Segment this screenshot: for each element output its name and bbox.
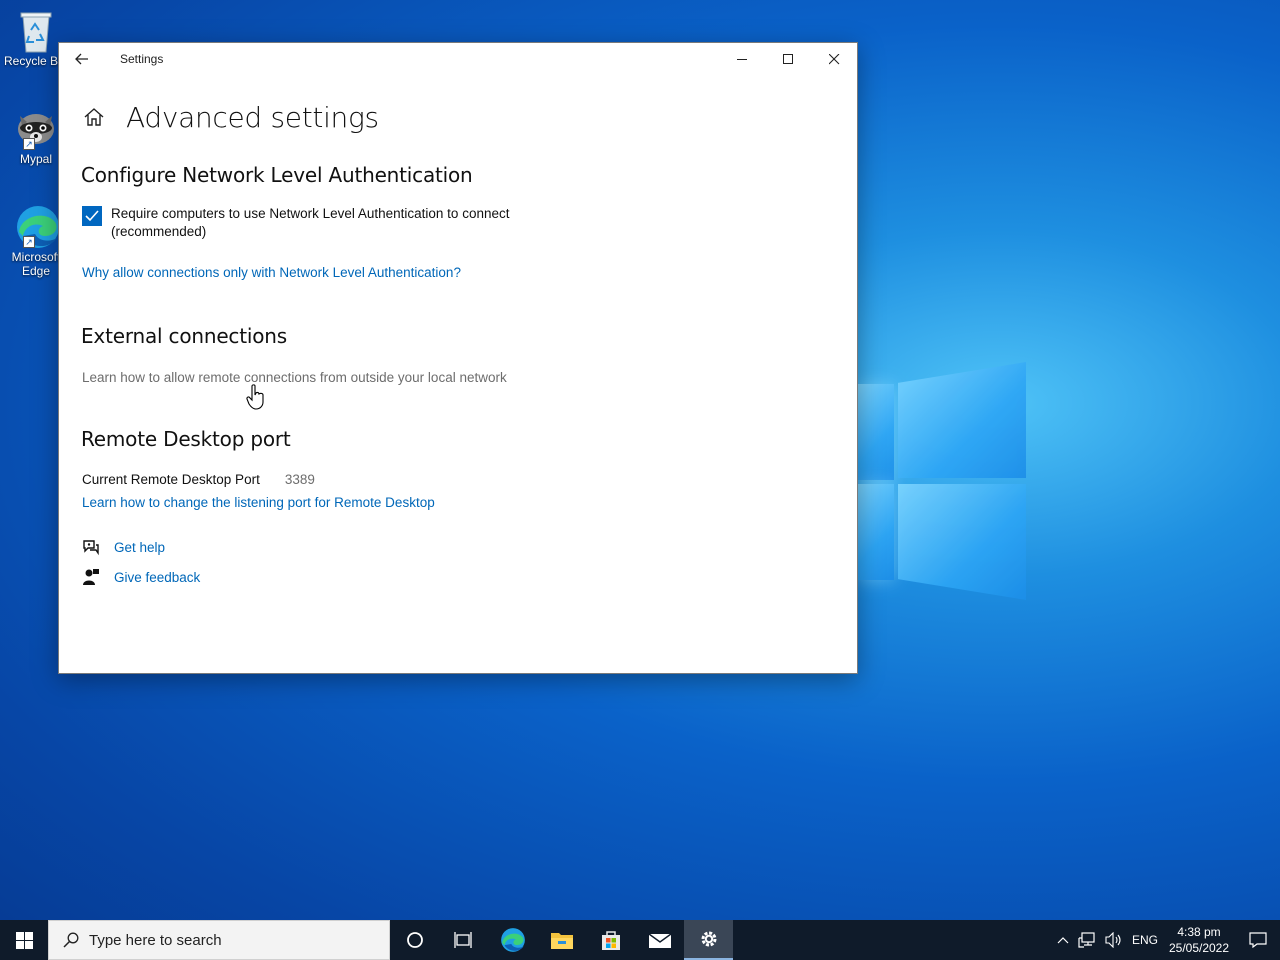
taskbar-mail-button[interactable]	[635, 920, 684, 960]
edge-icon	[500, 928, 525, 952]
file-explorer-icon	[550, 933, 573, 949]
get-help-row[interactable]: Get help	[82, 538, 857, 556]
title-bar: Settings	[59, 43, 857, 75]
clock-time: 4:38 pm	[1177, 925, 1221, 939]
mail-icon	[648, 933, 671, 948]
rdp-port-value: 3389	[284, 472, 315, 487]
nla-info-link[interactable]: Why allow connections only with Network …	[82, 265, 461, 280]
wallpaper-windows-logo	[858, 362, 1030, 602]
nla-checkbox-label[interactable]: Require computers to use Network Level A…	[111, 205, 541, 241]
maximize-icon	[782, 53, 793, 64]
chevron-up-icon	[1057, 937, 1069, 944]
rdp-port-heading: Remote Desktop port	[81, 427, 291, 451]
give-feedback-row[interactable]: Give feedback	[82, 568, 857, 586]
feedback-icon	[83, 569, 99, 585]
close-icon	[828, 53, 839, 64]
maximize-button[interactable]	[765, 43, 811, 75]
volume-button[interactable]	[1100, 920, 1128, 960]
nla-checkbox-row[interactable]: Require computers to use Network Level A…	[81, 205, 857, 241]
clock-date: 25/05/2022	[1168, 941, 1230, 955]
start-button[interactable]	[0, 920, 48, 960]
rdp-port-label: Current Remote Desktop Port	[82, 472, 260, 487]
home-icon[interactable]	[83, 106, 105, 128]
cortana-icon	[406, 932, 423, 948]
desktop-icon-label: Recycle Bin	[4, 54, 58, 68]
close-button[interactable]	[811, 43, 857, 75]
rdp-port-change-link[interactable]: Learn how to change the listening port f…	[82, 495, 435, 510]
task-view-icon	[453, 932, 472, 948]
taskbar-task-view-button[interactable]	[439, 920, 488, 960]
nla-checkbox[interactable]	[82, 206, 102, 226]
checkmark-icon	[85, 210, 99, 222]
recycle-bin-icon	[15, 8, 57, 53]
back-arrow-icon	[75, 53, 88, 65]
search-icon	[63, 932, 79, 948]
settings-icon	[701, 931, 716, 947]
external-connections-text: Learn how to allow remote connections fr…	[82, 370, 507, 385]
settings-window: Settings Advanced settings Configure Net…	[58, 42, 858, 674]
taskbar-file-explorer-button[interactable]	[537, 920, 586, 960]
taskbar-settings-button[interactable]	[684, 920, 733, 960]
taskbar-store-button[interactable]	[586, 920, 635, 960]
minimize-icon	[736, 58, 747, 60]
clock[interactable]: 4:38 pm 25/05/2022	[1162, 920, 1236, 960]
back-button[interactable]	[59, 43, 105, 75]
page-title: Advanced settings	[126, 100, 379, 134]
input-language-button[interactable]: ENG	[1128, 920, 1162, 960]
taskbar-search-box[interactable]	[48, 920, 390, 960]
mypal-raccoon-icon: ↗	[15, 106, 57, 150]
show-hidden-icons-button[interactable]	[1052, 920, 1074, 960]
get-help-link[interactable]: Get help	[114, 540, 165, 555]
windows-start-icon	[15, 931, 33, 949]
action-center-button[interactable]	[1236, 920, 1280, 960]
network-icon	[1078, 932, 1095, 948]
taskbar: ENG 4:38 pm 25/05/2022	[0, 920, 1280, 960]
network-button[interactable]	[1074, 920, 1100, 960]
minimize-button[interactable]	[719, 43, 765, 75]
volume-icon	[1105, 932, 1121, 948]
taskbar-search-input[interactable]	[89, 931, 369, 949]
edge-icon: ↗	[15, 204, 59, 248]
notification-icon	[1249, 932, 1267, 948]
taskbar-edge-button[interactable]	[488, 920, 537, 960]
taskbar-cortana-button[interactable]	[390, 920, 439, 960]
get-help-icon	[83, 540, 99, 556]
nla-heading: Configure Network Level Authentication	[81, 163, 473, 187]
hand-cursor-icon	[246, 384, 264, 410]
external-connections-heading: External connections	[81, 324, 287, 348]
window-title: Settings	[120, 52, 164, 66]
microsoft-store-icon	[601, 931, 620, 950]
give-feedback-link[interactable]: Give feedback	[114, 570, 200, 585]
system-tray: ENG 4:38 pm 25/05/2022	[1052, 920, 1280, 960]
